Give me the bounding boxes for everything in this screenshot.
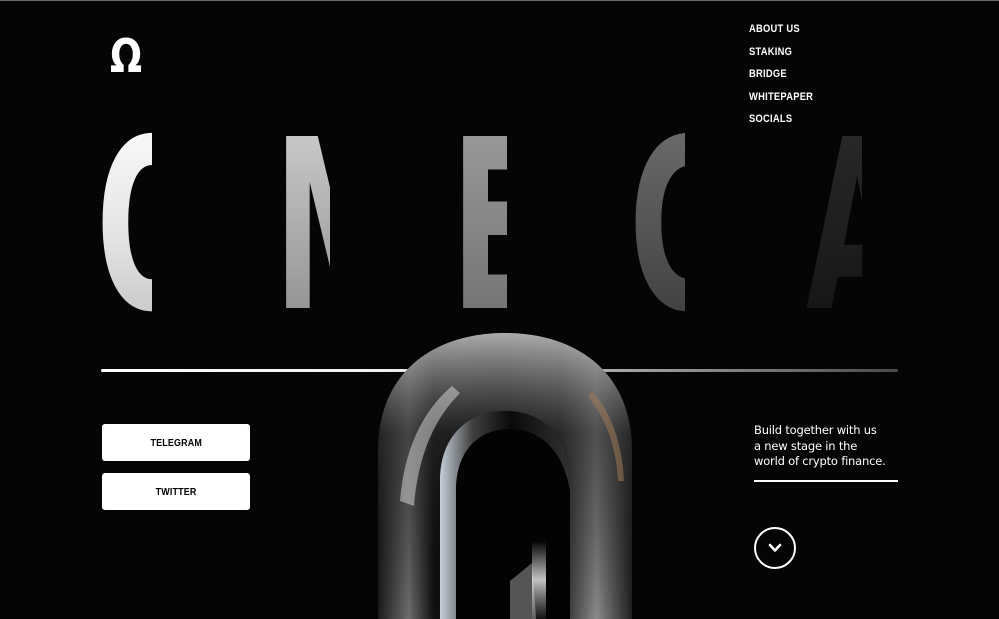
twitter-button-label: TWITTER <box>155 485 197 498</box>
chevron-down-icon <box>768 543 782 552</box>
omega-arch-sculpture-icon <box>378 333 632 619</box>
telegram-button-label: TELEGRAM <box>150 436 202 449</box>
telegram-button[interactable]: TELEGRAM <box>102 424 250 461</box>
hero-letter-o: O <box>96 89 209 364</box>
tagline-line-1: Build together with us <box>754 423 877 437</box>
nav-item-about-us[interactable]: ABOUT US <box>749 21 813 44</box>
tagline-line-2: a new stage in the <box>754 438 858 453</box>
hero-letter-e: E <box>451 89 542 364</box>
page-frame: Ω ABOUT US STAKING BRIDGE WHITEPAPER SOC… <box>0 0 999 619</box>
nav-item-staking[interactable]: STAKING <box>749 44 813 67</box>
nav-item-bridge[interactable]: BRIDGE <box>749 66 813 89</box>
tagline-line-3: world of crypto finance. <box>754 454 886 468</box>
twitter-button[interactable]: TWITTER <box>102 473 250 510</box>
hero-letter-m: M <box>273 89 406 364</box>
tagline: Build together with us a new stage in th… <box>754 423 914 470</box>
tagline-underline <box>754 480 898 482</box>
hero-title: O M E G A <box>96 89 909 364</box>
omega-logo-icon[interactable]: Ω <box>110 31 142 81</box>
hero-letter-g: G <box>628 89 737 364</box>
hero-letter-a: A <box>806 89 909 364</box>
nav-item-whitepaper[interactable]: WHITEPAPER <box>749 89 813 112</box>
scroll-down-button[interactable] <box>754 527 796 569</box>
